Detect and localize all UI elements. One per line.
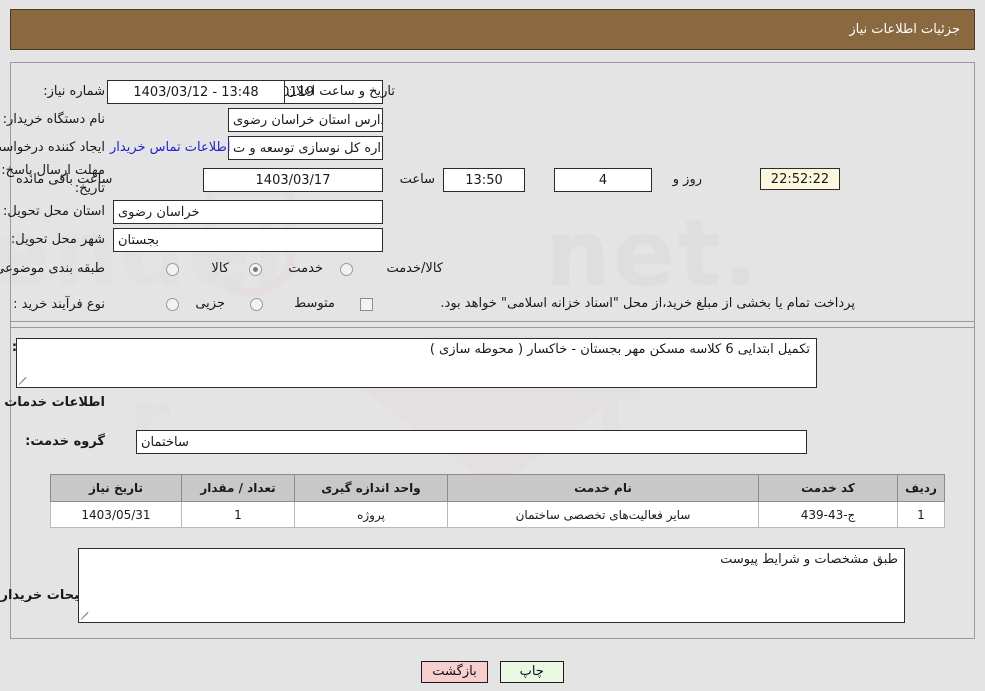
cell-name: سایر فعالیت‌های تخصصی ساختمان [447,501,759,528]
radio-purchase-jozei[interactable] [166,298,179,311]
delivery-province-field: خراسان رضوی [113,200,383,224]
deadline-date-field: 1403/03/17 [203,168,383,192]
creator-field: عبداله گوهری پور کارشناس مسئول امور قرار… [228,136,383,160]
label-remaining: ساعت باقی مانده [16,172,113,187]
label-purchase-motevasset: متوسط [294,296,335,311]
cell-code: ج-43-439 [758,501,898,528]
deadline-days-field: 4 [554,168,652,192]
resize-grip-icon-2[interactable] [80,611,91,621]
radio-purchase-motevasset[interactable] [250,298,263,311]
services-section-heading: اطلاعات خدمات مورد نیاز [0,395,105,410]
buyer-contact-link[interactable]: اطلاعات تماس خریدار [110,140,230,155]
general-description-textarea[interactable]: تکمیل ابتدایی 6 کلاسه مسکن مهر بجستان - … [16,338,817,388]
radio-category-kala[interactable] [166,263,179,276]
radio-category-khedmat[interactable] [249,263,262,276]
page-title: جزئیات اطلاعات نیاز [849,22,960,37]
treasury-bonds-checkbox[interactable] [360,298,373,311]
cell-need-date: 1403/05/31 [50,501,182,528]
buyer-org-field: اداره کل نوسازی توسعه و تجهیز مدارس استا… [228,108,383,132]
resize-grip-icon[interactable] [18,376,29,386]
buyer-notes-text: طبق مشخصات و شرایط پیوست [720,552,898,567]
panel-divider-1 [11,321,974,322]
cell-unit: پروژه [294,501,448,528]
label-buyer-org: نام دستگاه خریدار: [2,112,105,127]
label-category: طبقه بندی موضوعی: [0,261,105,276]
label-need-number: شماره نیاز: [43,84,105,99]
page-root: AriaTender .net r T جزئیات اطلاعات نیاز … [0,0,985,691]
label-purchase-jozei: جزیی [195,296,225,311]
label-deadline-days: روز و [672,172,702,187]
label-delivery-province: استان محل تحویل: [3,204,105,219]
label-deadline-hour: ساعت [399,172,435,187]
buyer-notes-textarea[interactable]: طبق مشخصات و شرایط پیوست [78,548,905,623]
footer-button-bar: بازگشت چاپ [0,661,985,683]
label-category-kala-khedmat: کالا/خدمت [386,261,443,276]
th-qty: تعداد / مقدار [181,474,295,502]
th-row: ردیف [897,474,945,502]
service-group-field: ساختمان [136,430,807,454]
table-row: 1 ج-43-439 سایر فعالیت‌های تخصصی ساختمان… [50,501,945,528]
table-header-row: ردیف کد خدمت نام خدمت واحد اندازه گیری ت… [50,474,945,502]
deadline-hour-field: 13:50 [443,168,525,192]
th-unit: واحد اندازه گیری [294,474,448,502]
treasury-bonds-note: پرداخت تمام یا بخشی از مبلغ خرید،از محل … [440,296,855,311]
th-name: نام خدمت [447,474,759,502]
countdown-field: 22:52:22 [760,168,840,190]
cell-row: 1 [897,501,945,528]
page-header: جزئیات اطلاعات نیاز [10,9,975,50]
label-purchase-type: نوع فرآیند خرید : [13,297,105,312]
back-button[interactable]: بازگشت [421,661,488,683]
label-creator: ایجاد کننده درخواست: [0,140,105,155]
delivery-city-field: بجستان [113,228,383,252]
th-need-date: تاریخ نیاز [50,474,182,502]
public-announce-field: 1403/03/12 - 13:48 [107,80,285,104]
print-button[interactable]: چاپ [499,661,564,683]
th-code: کد خدمت [758,474,898,502]
panel-divider-2 [11,327,974,328]
label-category-kala: کالا [211,261,229,276]
cell-qty: 1 [181,501,295,528]
label-service-group: گروه خدمت: [25,434,105,449]
label-category-khedmat: خدمت [288,261,323,276]
radio-category-kala-khedmat[interactable] [340,263,353,276]
services-table: ردیف کد خدمت نام خدمت واحد اندازه گیری ت… [50,474,945,528]
label-delivery-city: شهر محل تحویل: [10,232,105,247]
general-description-text: تکمیل ابتدایی 6 کلاسه مسکن مهر بجستان - … [429,342,810,357]
